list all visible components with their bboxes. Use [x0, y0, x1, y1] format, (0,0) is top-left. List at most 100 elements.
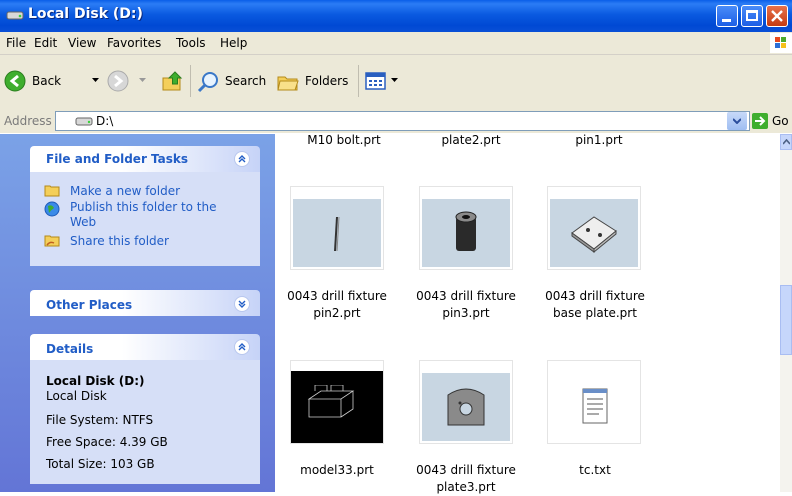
expand-button[interactable] — [234, 296, 250, 312]
file-item-label[interactable]: model33.prt — [282, 462, 392, 479]
menu-tools[interactable]: Tools — [176, 36, 206, 50]
file-preview — [293, 199, 381, 267]
file-name-line2: base plate.prt — [553, 306, 637, 320]
minimize-icon — [722, 19, 731, 22]
pin-part-icon — [334, 216, 340, 252]
folders-label: Folders — [305, 74, 349, 88]
file-thumbnail[interactable] — [419, 186, 513, 270]
file-item-label[interactable]: 0043 drill fixture plate3.prt — [411, 462, 521, 496]
globe-icon — [44, 201, 60, 217]
file-folder-tasks-body: Make a new folder Publish this folder to… — [30, 172, 260, 266]
back-arrow-icon — [4, 70, 26, 92]
details-header[interactable]: Details — [30, 334, 260, 360]
close-button[interactable] — [766, 5, 788, 27]
file-name-line1: model33.prt — [300, 463, 374, 477]
window-title: Local Disk (D:) — [28, 6, 143, 22]
up-button[interactable] — [161, 68, 185, 94]
file-item-label[interactable]: tc.txt — [540, 462, 650, 479]
file-thumbnail[interactable] — [419, 360, 513, 444]
details-title: Details — [46, 342, 94, 356]
address-input[interactable] — [55, 111, 750, 131]
address-dropdown-button[interactable] — [727, 112, 747, 130]
folder-up-icon — [162, 71, 183, 91]
toolbar-separator — [190, 65, 191, 97]
chevron-down-icon — [139, 78, 146, 82]
file-item-label[interactable]: plate2.prt — [416, 132, 526, 149]
publish-folder-link[interactable]: Publish this folder to the — [70, 200, 217, 214]
scrollbar-thumb[interactable] — [780, 285, 792, 355]
menu-view[interactable]: View — [68, 36, 96, 50]
publish-folder-link-web[interactable]: Web — [70, 215, 96, 229]
maximize-button[interactable] — [741, 5, 763, 27]
file-name-line2: plate3.prt — [436, 480, 496, 494]
file-thumbnail[interactable] — [547, 186, 641, 270]
chevron-up-icon — [238, 343, 246, 351]
chevron-up-icon — [238, 155, 246, 163]
collapse-button[interactable] — [234, 339, 250, 355]
close-icon — [771, 10, 783, 22]
plate-part-icon — [447, 388, 485, 426]
maximize-icon — [746, 10, 758, 21]
drive-icon — [6, 11, 24, 20]
folders-icon — [277, 76, 299, 91]
chevron-down-icon — [238, 300, 246, 308]
make-new-folder-link[interactable]: Make a new folder — [70, 184, 180, 198]
file-preview — [550, 199, 638, 267]
file-item-label[interactable]: 0043 drill fixture base plate.prt — [540, 288, 650, 322]
go-label: Go — [772, 114, 789, 128]
wireframe-model-icon — [307, 385, 355, 418]
other-places-header[interactable]: Other Places — [30, 290, 260, 316]
details-name: Local Disk (D:) — [46, 374, 145, 388]
file-thumbnail[interactable] — [290, 186, 384, 270]
views-button[interactable] — [365, 69, 401, 93]
collapse-button[interactable] — [234, 151, 250, 167]
file-name-line1: 0043 drill fixture — [545, 289, 645, 303]
file-name-line2: pin3.prt — [442, 306, 490, 320]
address-bar: Address D:\ Go — [0, 109, 792, 133]
file-preview — [422, 199, 510, 267]
file-name-line1: 0043 drill fixture — [287, 289, 387, 303]
file-item-label[interactable]: M10 bolt.prt — [289, 132, 399, 149]
file-item-label[interactable]: 0043 drill fixture pin2.prt — [282, 288, 392, 322]
windows-logo — [770, 33, 792, 53]
forward-arrow-icon — [107, 70, 129, 92]
file-preview — [291, 371, 383, 443]
search-button[interactable]: Search — [196, 67, 270, 97]
bushing-part-icon — [455, 211, 477, 251]
toolbar-separator — [358, 65, 359, 97]
address-value: D:\ — [96, 114, 114, 128]
menu-help[interactable]: Help — [220, 36, 247, 50]
base-plate-part-icon — [571, 216, 617, 254]
menu-edit[interactable]: Edit — [34, 36, 57, 50]
windows-flag-icon — [775, 37, 786, 48]
minimize-button[interactable] — [716, 5, 738, 27]
file-thumbnail[interactable] — [547, 360, 641, 444]
file-item-label[interactable]: pin1.prt — [544, 132, 654, 149]
file-thumbnail[interactable] — [290, 360, 384, 444]
go-arrow-icon — [752, 113, 768, 129]
file-list-view[interactable]: M10 bolt.prt plate2.prt pin1.prt 0043 dr… — [275, 132, 780, 494]
menu-favorites[interactable]: Favorites — [107, 36, 161, 50]
menu-file[interactable]: File — [6, 36, 26, 50]
share-folder-link[interactable]: Share this folder — [70, 234, 169, 248]
file-name-line1: 0043 drill fixture — [416, 289, 516, 303]
new-folder-icon — [44, 185, 60, 197]
scroll-up-button[interactable] — [780, 134, 792, 150]
chevron-down-icon — [391, 78, 398, 82]
chevron-down-icon — [92, 78, 99, 82]
folders-button[interactable]: Folders — [276, 67, 356, 97]
file-folder-tasks-title: File and Folder Tasks — [46, 152, 189, 166]
search-label: Search — [225, 74, 267, 88]
chevron-up-icon — [783, 139, 790, 145]
file-item-label[interactable]: 0043 drill fixture pin3.prt — [411, 288, 521, 322]
search-icon — [197, 72, 218, 93]
title-bar[interactable]: Local Disk (D:) — [0, 0, 792, 32]
forward-button[interactable] — [107, 67, 153, 97]
views-icon — [365, 72, 386, 90]
details-body: Local Disk (D:) Local Disk File System: … — [30, 360, 260, 484]
file-folder-tasks-header[interactable]: File and Folder Tasks — [30, 146, 260, 172]
back-button[interactable]: Back — [4, 67, 104, 97]
file-name-line1: tc.txt — [579, 463, 611, 477]
file-name-line1: 0043 drill fixture — [416, 463, 516, 477]
go-button[interactable]: Go — [752, 111, 792, 131]
